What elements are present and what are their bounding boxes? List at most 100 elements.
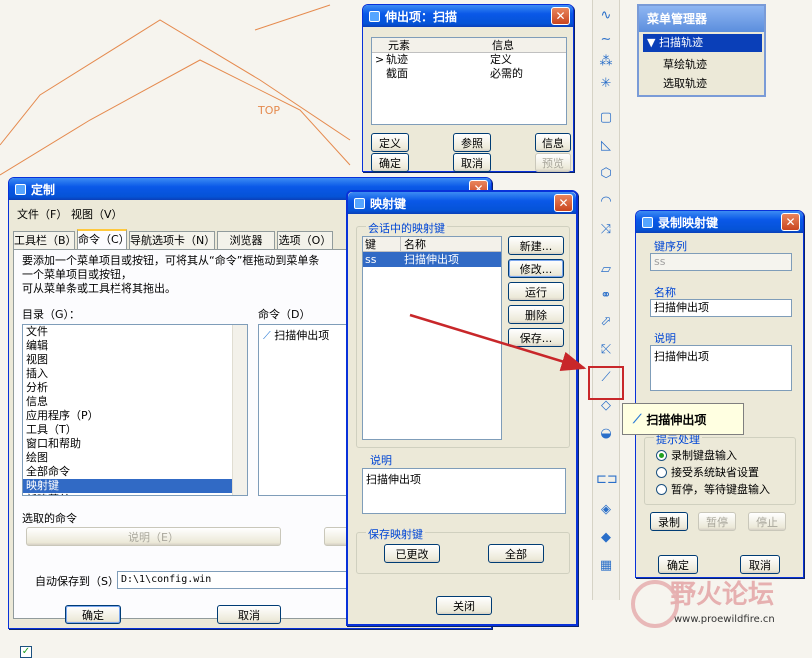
sweep-dialog-titlebar[interactable]: 伸出项：扫描: [363, 5, 573, 27]
cancel-button[interactable]: 取消: [453, 153, 491, 172]
name-field[interactable]: 扫描伸出项: [650, 299, 792, 317]
fill-icon[interactable]: ▦: [596, 556, 616, 576]
tab-item[interactable]: 选项（O）: [277, 231, 333, 250]
mapkey-action-button[interactable]: 修改...: [508, 259, 564, 278]
row-marker: >: [375, 53, 385, 66]
tab-item[interactable]: 导航选项卡（N）: [129, 231, 215, 250]
ok-button[interactable]: 确定: [371, 153, 409, 172]
element-row[interactable]: > 轨迹 定义: [372, 53, 566, 67]
category-item[interactable]: 文件: [23, 325, 247, 339]
menu-view[interactable]: 视图（V）: [71, 206, 123, 222]
shell-icon[interactable]: ◒: [596, 424, 616, 444]
close-button[interactable]: 关闭: [436, 596, 492, 615]
close-icon[interactable]: ✕: [551, 7, 570, 25]
row-info: 必需的: [490, 67, 523, 80]
row-info: 定义: [490, 53, 512, 66]
variable-sweep-icon[interactable]: ⤨: [596, 220, 616, 240]
category-item[interactable]: 绘图: [23, 451, 247, 465]
autosave-path-field[interactable]: D:\1\config.win: [117, 571, 357, 589]
define-button[interactable]: 定义: [371, 133, 409, 152]
category-item[interactable]: 工具（T）: [23, 423, 247, 437]
keyseq-field[interactable]: ss: [650, 253, 792, 271]
cancel-button[interactable]: 取消: [740, 555, 780, 574]
radio-button[interactable]: [656, 466, 667, 478]
hole-icon[interactable]: ▱: [596, 260, 616, 280]
prompt-option[interactable]: 暂停，等待键盘输入: [656, 481, 770, 497]
session-mapkeys-label: 会话中的映射键: [366, 220, 447, 236]
categories-list[interactable]: 文件编辑视图插入分析信息应用程序（P）工具（T）窗口和帮助绘图全部命令映射键新建…: [22, 324, 248, 496]
category-item[interactable]: 新建菜单: [23, 493, 247, 495]
mapkey-row[interactable]: ss 扫描伸出项: [363, 252, 501, 267]
plane-icon[interactable]: ▢: [596, 108, 616, 128]
menu-item[interactable]: 草绘轨迹: [663, 55, 764, 74]
ok-button[interactable]: 确定: [65, 605, 121, 624]
mapkeys-titlebar[interactable]: 映射键: [348, 192, 576, 214]
desc-field[interactable]: 扫描伸出项: [650, 345, 792, 391]
customize-title: 定制: [31, 182, 56, 197]
pause-button[interactable]: 暂停: [698, 512, 736, 531]
datum-icon[interactable]: ◺: [596, 136, 616, 156]
mapkeys-title: 映射键: [370, 196, 407, 211]
describe-button[interactable]: 说明（E）: [26, 527, 281, 546]
category-item[interactable]: 分析: [23, 381, 247, 395]
radio-button[interactable]: [656, 483, 667, 495]
stop-button[interactable]: 停止: [748, 512, 786, 531]
category-item[interactable]: 窗口和帮助: [23, 437, 247, 451]
save-all-button[interactable]: 全部: [488, 544, 544, 563]
save-changed-button[interactable]: 已更改: [384, 544, 440, 563]
tab-item[interactable]: 浏览器（W）: [217, 231, 275, 265]
menu-header-sweep-trajectory[interactable]: ▼ 扫描轨迹: [643, 34, 762, 52]
record-mapkey-dialog: 录制映射键 ✕ 键序列 ss 名称 扫描伸出项 说明 扫描伸出项 提示处理 录制…: [635, 210, 804, 578]
menu-file[interactable]: 文件（F）: [17, 206, 67, 222]
revolve-icon[interactable]: ◠: [596, 192, 616, 212]
cancel-button[interactable]: 取消: [217, 605, 281, 624]
category-item[interactable]: 全部命令: [23, 465, 247, 479]
mirror-icon[interactable]: ⊏⊐: [596, 470, 618, 490]
sweep-dialog: 伸出项：扫描 ✕ 元素 信息 > 轨迹 定义 截面 必需的 定义 参照 信息 确定 取消…: [362, 4, 574, 172]
element-row[interactable]: 截面 必需的: [372, 67, 566, 81]
mapkey-action-button[interactable]: 新建...: [508, 236, 564, 255]
autosave-checkbox[interactable]: ✓: [20, 646, 32, 658]
command-label: 扫描伸出项: [274, 329, 330, 342]
category-item[interactable]: 视图: [23, 353, 247, 367]
mapkey-action-button[interactable]: 运行: [508, 282, 564, 301]
close-icon[interactable]: ✕: [554, 194, 573, 212]
menu-manager-title: 菜单管理器: [639, 6, 764, 32]
record-button[interactable]: 录制: [650, 512, 688, 531]
col-info: 信息: [492, 39, 514, 52]
prompt-option[interactable]: 接受系统缺省设置: [656, 464, 759, 480]
merge-icon[interactable]: ◆: [596, 528, 616, 548]
preview-button[interactable]: 预览: [535, 153, 571, 172]
save-mapkeys-label: 保存映射键: [366, 526, 425, 542]
mapkey-key: ss: [365, 253, 377, 266]
pattern-icon[interactable]: ◈: [596, 500, 616, 520]
radio-button[interactable]: [656, 449, 667, 461]
name-label: 名称: [654, 286, 676, 299]
prompt-option[interactable]: 录制键盘输入: [656, 447, 737, 463]
category-item[interactable]: 编辑: [23, 339, 247, 353]
extrude-icon[interactable]: ⬡: [596, 164, 616, 184]
tab-item[interactable]: 工具栏（B）: [13, 231, 77, 250]
csys-icon[interactable]: ✳: [596, 74, 616, 94]
window-icon: [369, 10, 380, 22]
tab-item[interactable]: 命令（C）: [77, 229, 130, 250]
points-icon[interactable]: ⁂: [596, 52, 616, 72]
reference-button[interactable]: 参照: [453, 133, 491, 152]
option-label: 录制键盘输入: [671, 449, 737, 462]
description-field[interactable]: 扫描伸出项: [362, 468, 566, 514]
menu-header-label: 扫描轨迹: [658, 36, 703, 49]
close-icon[interactable]: ✕: [781, 213, 800, 231]
category-item[interactable]: 应用程序（P）: [23, 409, 247, 423]
watermark: 野火论坛 www.proewildfire.cn: [630, 574, 812, 638]
sketch-curve-icon[interactable]: ∿: [596, 6, 616, 26]
info-button[interactable]: 信息: [535, 133, 571, 152]
ok-button[interactable]: 确定: [658, 555, 698, 574]
record-titlebar[interactable]: 录制映射键: [636, 211, 803, 233]
category-item[interactable]: 映射键: [23, 479, 247, 493]
categories-scrollbar[interactable]: [232, 325, 247, 495]
row-marker: [372, 67, 386, 81]
menu-item[interactable]: 选取轨迹: [663, 74, 764, 93]
spline-icon[interactable]: ∼: [596, 30, 616, 50]
category-item[interactable]: 插入: [23, 367, 247, 381]
category-item[interactable]: 信息: [23, 395, 247, 409]
